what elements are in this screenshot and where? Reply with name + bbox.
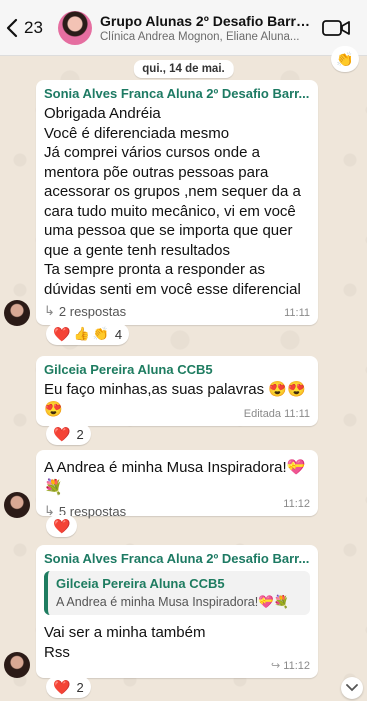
message-time: ↪ 11:12 (271, 659, 310, 672)
message-line: que a gente tenh resultados (44, 241, 230, 259)
message-reactions[interactable]: ❤️ 2 (46, 423, 91, 445)
scroll-down-button[interactable] (341, 677, 363, 699)
message-time: 11:12 (283, 498, 310, 510)
group-title: Grupo Alunas 2º Desafio Barrig... (100, 12, 312, 29)
group-avatar[interactable] (58, 10, 92, 45)
message-reactions[interactable]: ❤️ (46, 515, 78, 537)
message-line: Ta sempre pronta a responder as (44, 261, 265, 278)
replies-count: 2 respostas (58, 303, 127, 319)
reply-arrow-icon: ↳ (44, 303, 55, 318)
reaction-count: 2 (76, 679, 84, 695)
message-line: Você é diferenciada mesmo (44, 124, 230, 142)
message-line: cara tudo muito mecânico, vi em você (44, 202, 296, 220)
sender-avatar[interactable] (4, 300, 30, 326)
forwarded-icon: ↪ (271, 660, 281, 672)
clap-emoji: 👏 (336, 50, 354, 67)
clap-emoji: 👏 (92, 326, 109, 341)
video-call-button[interactable] (322, 19, 350, 37)
message-line: dúvidas senti em você esse diferencial (44, 280, 301, 298)
chevron-down-icon (346, 684, 358, 692)
message-reactions[interactable]: ❤️ 👍 👏 4 (46, 323, 130, 345)
heart-emoji: ❤️ (53, 678, 71, 695)
group-info[interactable]: Grupo Alunas 2º Desafio Barrig... Clínic… (100, 13, 312, 43)
quoted-message[interactable]: Gilceia Pereira Aluna CCB5 A Andrea é mi… (44, 571, 310, 615)
chat-header: 23 Grupo Alunas 2º Desafio Barrig... Clí… (0, 0, 367, 56)
thumbs-up-emoji: 👍 (73, 326, 90, 341)
heart-emoji: ❤️ (53, 325, 71, 342)
replies-link[interactable]: ↳ 5 respostas (44, 503, 310, 519)
reaction-bubble[interactable]: 👏 (331, 46, 359, 72)
chevron-left-icon (6, 18, 18, 37)
message-line: Já comprei vários cursos onde a (44, 144, 260, 161)
message-line: mentora põe outras pessoas para (44, 163, 269, 181)
unread-count: 23 (24, 17, 43, 37)
message-bubble[interactable]: Gilceia Pereira Aluna CCB5 Eu faço minha… (36, 356, 318, 426)
date-separator: qui., 14 de mai. (133, 60, 234, 78)
message-reactions[interactable]: ❤️ 2 (46, 676, 91, 698)
message-sender[interactable]: Sonia Alves Franca Aluna 2º Desafio Barr… (44, 551, 310, 566)
message-line: uma pessoa que se importa que quer (44, 222, 293, 239)
message-sender[interactable]: Gilceia Pereira Aluna CCB5 (44, 362, 310, 377)
replies-link[interactable]: ↳ 2 respostas (44, 303, 310, 319)
message-text: A Andrea é minha Musa Inspiradora!💝💐 (44, 459, 306, 496)
message-line: Obrigada Andréia (44, 105, 161, 122)
reaction-count: 4 (114, 326, 123, 342)
message-line: acessorar os grupos ,nem sequer da a (44, 183, 301, 200)
back-button[interactable]: 23 (0, 18, 52, 38)
quoted-text: A Andrea é minha Musa Inspiradora!💝💐 (56, 595, 290, 609)
sender-avatar[interactable] (4, 492, 30, 518)
message-text: Vai ser a minha também Rss (44, 623, 310, 662)
video-camera-icon (322, 19, 350, 36)
message-bubble[interactable]: Sonia Alves Franca Aluna 2º Desafio Barr… (36, 545, 318, 678)
message-time: 11:11 (284, 307, 310, 319)
reaction-count: 2 (76, 426, 84, 442)
message-line: Vai ser a minha também (44, 624, 206, 641)
message-time-value: 11:12 (283, 660, 310, 672)
group-members: Clínica Andrea Mognon, Eliane Aluna... (100, 30, 300, 43)
sender-avatar[interactable] (4, 652, 30, 678)
heart-emoji: ❤️ (53, 425, 71, 442)
quoted-sender: Gilceia Pereira Aluna CCB5 (56, 576, 225, 591)
heart-emoji: ❤️ (53, 517, 71, 534)
message-time: Editada 11:11 (243, 408, 310, 420)
message-bubble[interactable]: Sonia Alves Franca Aluna 2º Desafio Barr… (36, 80, 318, 325)
message-bubble[interactable]: A Andrea é minha Musa Inspiradora!💝💐 ↳ 5… (36, 450, 318, 519)
message-text: Obrigada Andréia Você é diferenciada mes… (44, 104, 310, 299)
message-sender[interactable]: Sonia Alves Franca Aluna 2º Desafio Barr… (44, 86, 310, 101)
